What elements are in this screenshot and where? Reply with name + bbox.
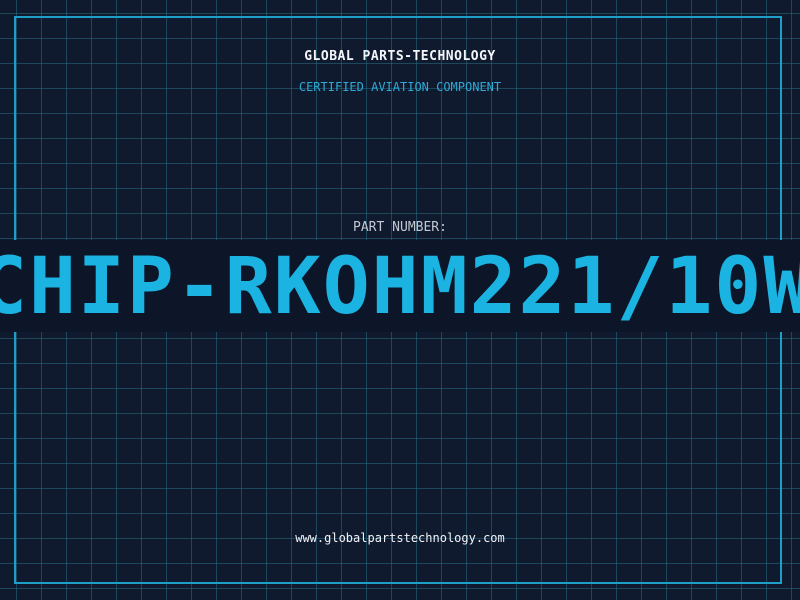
website-url: www.globalpartstechnology.com	[295, 531, 505, 545]
certificate-canvas: GLOBAL PARTS-TECHNOLOGY CERTIFIED AVIATI…	[0, 0, 800, 600]
part-number-band: CHIP-RKOHM221/10WF80	[0, 240, 800, 332]
certification-subtitle: CERTIFIED AVIATION COMPONENT	[298, 80, 502, 94]
company-name: GLOBAL PARTS-TECHNOLOGY	[304, 49, 496, 64]
part-number-value: CHIP-RKOHM221/10WF80	[0, 242, 800, 332]
part-number-label: PART NUMBER:	[353, 220, 447, 235]
